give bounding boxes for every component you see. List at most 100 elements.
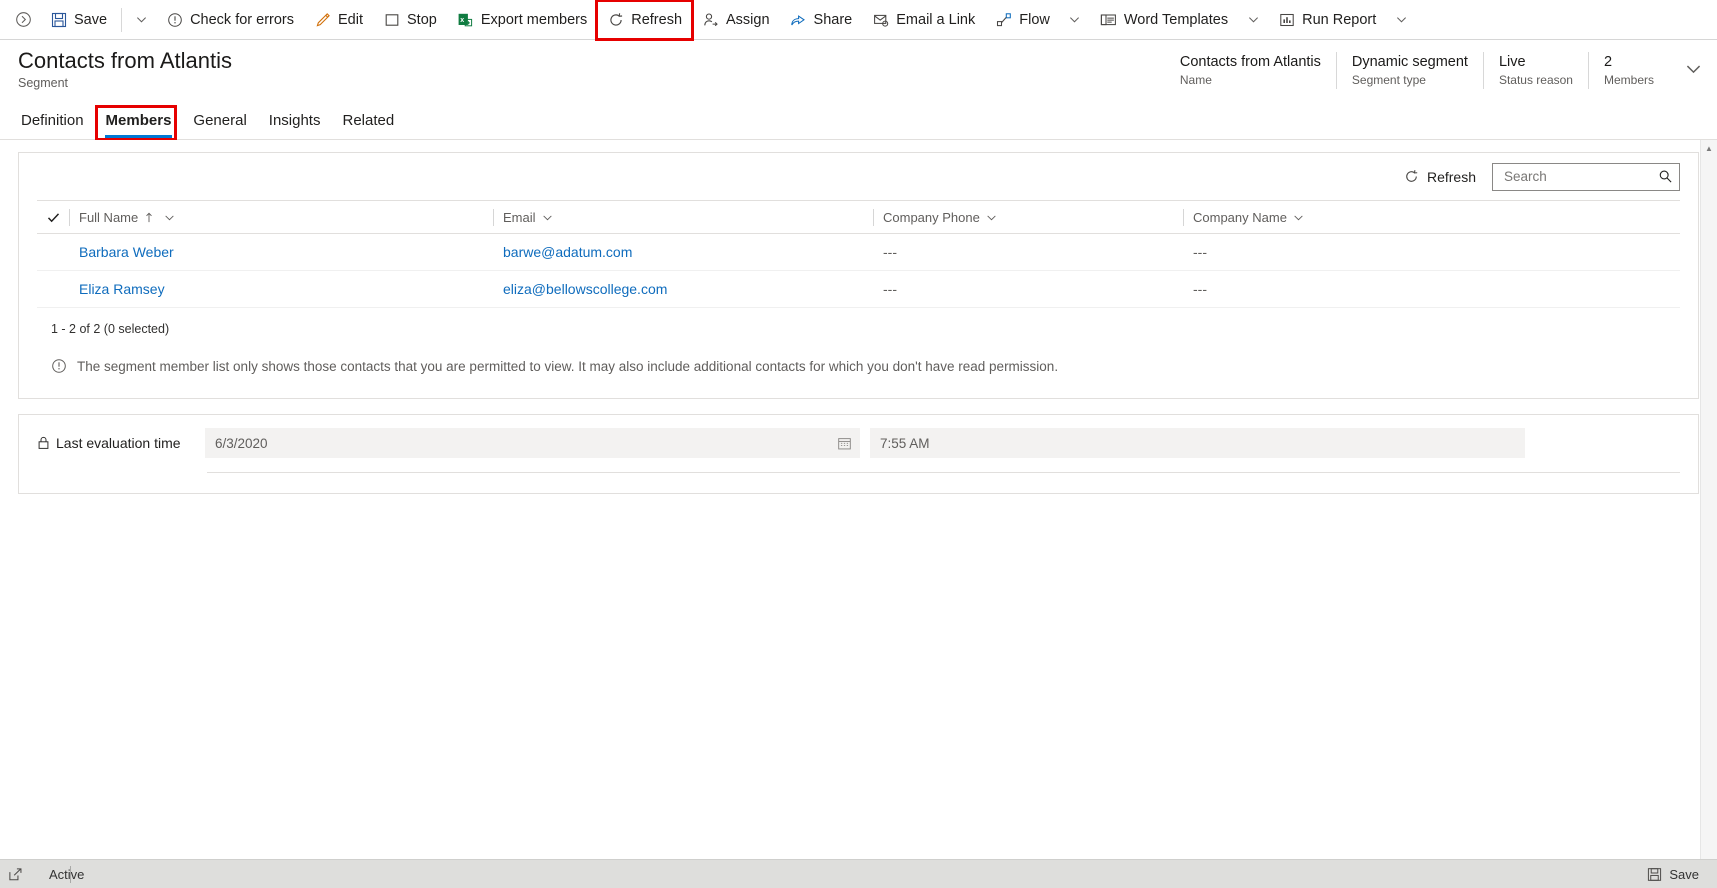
column-menu-chevron-down-icon[interactable]: [1293, 212, 1304, 223]
tab-related-label: Related: [342, 112, 395, 129]
refresh-icon: [1403, 168, 1420, 185]
last-evaluation-time-value: 7:55 AM: [880, 435, 930, 451]
tab-members[interactable]: Members: [95, 111, 183, 139]
export-members-button[interactable]: x Export members: [447, 1, 597, 39]
run-report-dropdown-chevron-down-icon[interactable]: [1386, 1, 1416, 39]
assign-button[interactable]: Assign: [692, 1, 780, 39]
record-header: Contacts from Atlantis Segment Contacts …: [0, 40, 1717, 102]
header-field-members[interactable]: 2 Members: [1587, 52, 1669, 89]
header-field-status-reason-label: Status reason: [1498, 73, 1573, 87]
flow-button-label: Flow: [1019, 11, 1050, 28]
tab-definition-label: Definition: [21, 112, 84, 129]
form-body: Refresh Search Full Name Email Company P…: [0, 140, 1717, 859]
record-entity-name: Segment: [18, 76, 69, 90]
cell-email[interactable]: eliza@bellowscollege.com: [493, 281, 873, 297]
sort-ascending-arrow-icon: [144, 212, 154, 223]
cell-full-name[interactable]: Barbara Weber: [69, 244, 493, 260]
word-templates-dropdown-chevron-down-icon[interactable]: [1238, 1, 1268, 39]
refresh-button[interactable]: Refresh: [595, 0, 695, 41]
refresh-button-label: Refresh: [631, 11, 683, 28]
column-menu-chevron-down-icon[interactable]: [542, 212, 553, 223]
tab-general-label: General: [193, 112, 247, 129]
last-evaluation-divider: [207, 472, 1680, 473]
column-header-company-phone-label: Company Phone: [883, 209, 980, 225]
command-bar-divider: [121, 7, 123, 32]
members-grid: Full Name Email Company Phone Company Na…: [19, 200, 1698, 398]
flow-dropdown-chevron-down-icon[interactable]: [1060, 1, 1090, 39]
header-field-segment-type[interactable]: Dynamic segment Segment type: [1335, 52, 1483, 89]
assign-button-label: Assign: [726, 11, 770, 28]
word-templates-label: Word Templates: [1123, 11, 1229, 28]
search-icon[interactable]: [1658, 169, 1673, 184]
stop-button[interactable]: Stop: [373, 1, 447, 39]
email-link-icon: [872, 11, 889, 28]
status-bar-left: Active: [8, 867, 84, 882]
save-icon: [1647, 867, 1662, 882]
header-field-segment-type-value: Dynamic segment: [1351, 54, 1468, 70]
cell-company-phone: ---: [883, 281, 897, 297]
header-field-name[interactable]: Contacts from Atlantis Name: [1165, 52, 1336, 89]
tab-related[interactable]: Related: [331, 111, 405, 139]
status-bar-record-status: Active: [49, 866, 85, 882]
search-box[interactable]: [1492, 162, 1680, 191]
grid-permission-note-text: The segment member list only shows those…: [77, 358, 1059, 374]
tab-definition[interactable]: Definition: [10, 111, 95, 139]
expand-command-bar-icon[interactable]: [6, 1, 40, 39]
column-header-email[interactable]: Email: [493, 208, 873, 226]
grid-record-count: 1 - 2 of 2 (0 selected): [51, 322, 170, 336]
assign-person-icon: [702, 11, 719, 28]
header-expand-button[interactable]: [1675, 48, 1711, 77]
table-row[interactable]: Barbara Weber barwe@adatum.com --- ---: [37, 234, 1680, 271]
tab-insights-label: Insights: [268, 112, 321, 129]
edit-button[interactable]: Edit: [304, 1, 373, 39]
edit-button-label: Edit: [338, 11, 364, 28]
tab-members-label: Members: [105, 112, 172, 129]
header-field-segment-type-label: Segment type: [1351, 73, 1426, 87]
column-header-full-name[interactable]: Full Name: [69, 208, 493, 226]
select-all-checkbox[interactable]: [37, 211, 69, 224]
share-button[interactable]: Share: [780, 1, 863, 39]
grid-refresh-button[interactable]: Refresh: [1397, 164, 1482, 189]
header-field-members-value: 2: [1603, 54, 1613, 70]
run-report-label: Run Report: [1302, 11, 1377, 28]
table-row[interactable]: Eliza Ramsey eliza@bellowscollege.com --…: [37, 271, 1680, 308]
word-templates-button[interactable]: Word Templates: [1090, 1, 1238, 39]
column-header-company-phone[interactable]: Company Phone: [873, 208, 1183, 226]
cell-company-name: ---: [1193, 244, 1207, 260]
save-button-label: Save: [74, 11, 108, 28]
cell-email[interactable]: barwe@adatum.com: [493, 244, 873, 260]
save-button[interactable]: Save: [40, 1, 117, 39]
page-title: Contacts from Atlantis: [18, 48, 232, 73]
calendar-icon[interactable]: [837, 436, 852, 451]
email-a-link-button[interactable]: Email a Link: [862, 1, 985, 39]
run-report-button[interactable]: Run Report: [1268, 1, 1386, 39]
scroll-up-arrow-icon[interactable]: ▲: [1701, 140, 1717, 157]
check-for-errors-button[interactable]: Check for errors: [156, 1, 304, 39]
column-menu-chevron-down-icon[interactable]: [164, 212, 175, 223]
last-evaluation-label: Last evaluation time: [37, 435, 205, 451]
last-evaluation-label-text: Last evaluation time: [56, 435, 181, 451]
column-menu-chevron-down-icon[interactable]: [986, 212, 997, 223]
search-input[interactable]: [1502, 168, 1658, 185]
last-evaluation-section: Last evaluation time 6/3/2020 7:55 AM: [18, 414, 1699, 494]
cell-full-name[interactable]: Eliza Ramsey: [69, 281, 493, 297]
last-evaluation-time-field[interactable]: 7:55 AM: [870, 428, 1525, 458]
tab-insights[interactable]: Insights: [258, 111, 332, 139]
app-window: Save Check for errors Edit Stop x Export…: [0, 0, 1717, 888]
export-members-label: Export members: [480, 11, 588, 28]
status-bar-save-button[interactable]: Save: [1647, 867, 1707, 882]
header-field-status-reason[interactable]: Live Status reason: [1482, 52, 1588, 89]
vertical-scrollbar[interactable]: ▲: [1700, 140, 1717, 859]
column-header-company-name[interactable]: Company Name: [1183, 208, 1680, 226]
status-bar: Active Save: [0, 859, 1717, 888]
cell-company-phone: ---: [883, 244, 897, 260]
header-field-status-reason-value: Live: [1498, 54, 1526, 70]
tab-general[interactable]: General: [182, 111, 257, 139]
flow-button[interactable]: Flow: [985, 1, 1060, 39]
share-button-label: Share: [813, 11, 853, 28]
pencil-icon: [314, 11, 331, 28]
save-dropdown-chevron-down-icon[interactable]: [126, 1, 156, 39]
last-evaluation-date-field[interactable]: 6/3/2020: [205, 428, 860, 458]
popout-icon[interactable]: [8, 867, 23, 882]
status-bar-divider: [70, 865, 72, 883]
